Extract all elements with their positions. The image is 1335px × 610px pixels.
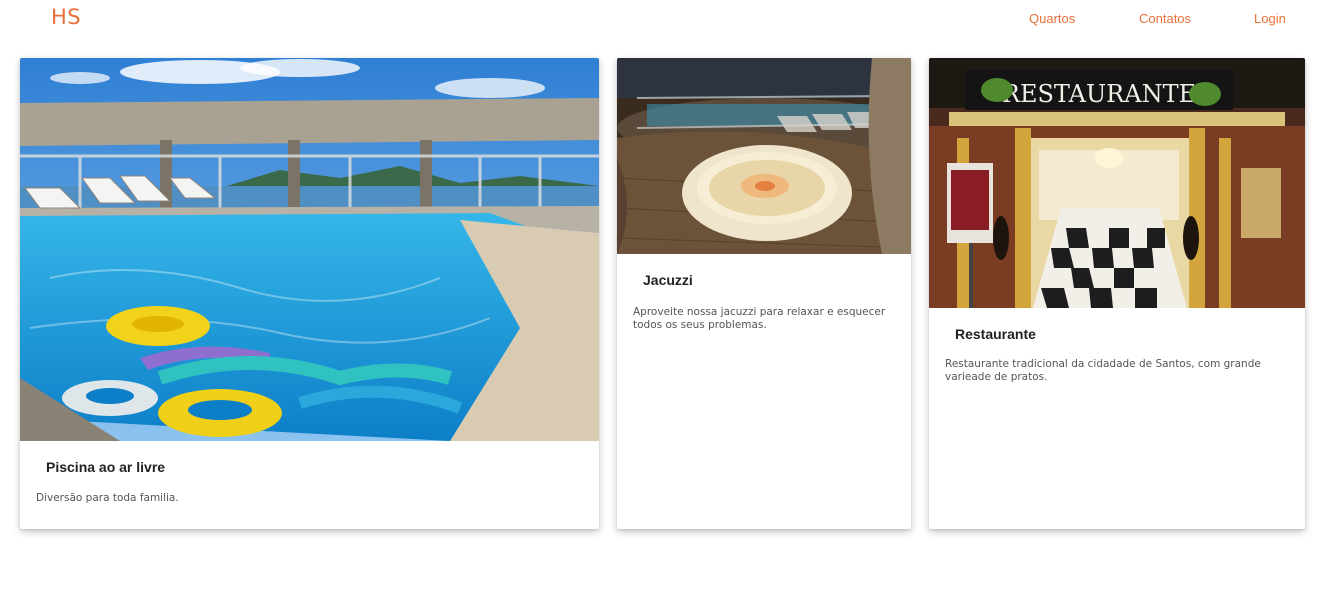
top-navbar: HS Quartos Contatos Login [0,0,1335,38]
card-description: Restaurante tradicional da cidadade de S… [945,358,1261,383]
nav-item-contatos[interactable]: Contatos [1139,11,1191,26]
card-jacuzzi[interactable]: Jacuzzi Aproveite nossa jacuzzi para rel… [617,58,911,529]
nav-item-login[interactable]: Login [1254,11,1286,26]
brand-logo[interactable]: HS [51,5,81,29]
card-description: Aproveite nossa jacuzzi para relaxar e e… [633,306,886,331]
card-title: Piscina ao ar livre [46,459,166,475]
card-restaurante[interactable]: RESTAURANTE Restaurante Restaurante trad… [929,58,1305,529]
card-title: Jacuzzi [643,272,693,288]
card-description: Diversão para toda familia. [36,492,179,504]
restaurant-sign-text: RESTAURANTE [1002,80,1196,108]
nav-item-quartos[interactable]: Quartos [1029,11,1075,26]
card-piscina[interactable]: Piscina ao ar livre Diversão para toda f… [20,58,599,529]
jacuzzi-photo [617,58,911,254]
card-title: Restaurante [955,326,1036,342]
restaurant-photo: RESTAURANTE [929,58,1305,308]
pool-photo [20,58,599,441]
